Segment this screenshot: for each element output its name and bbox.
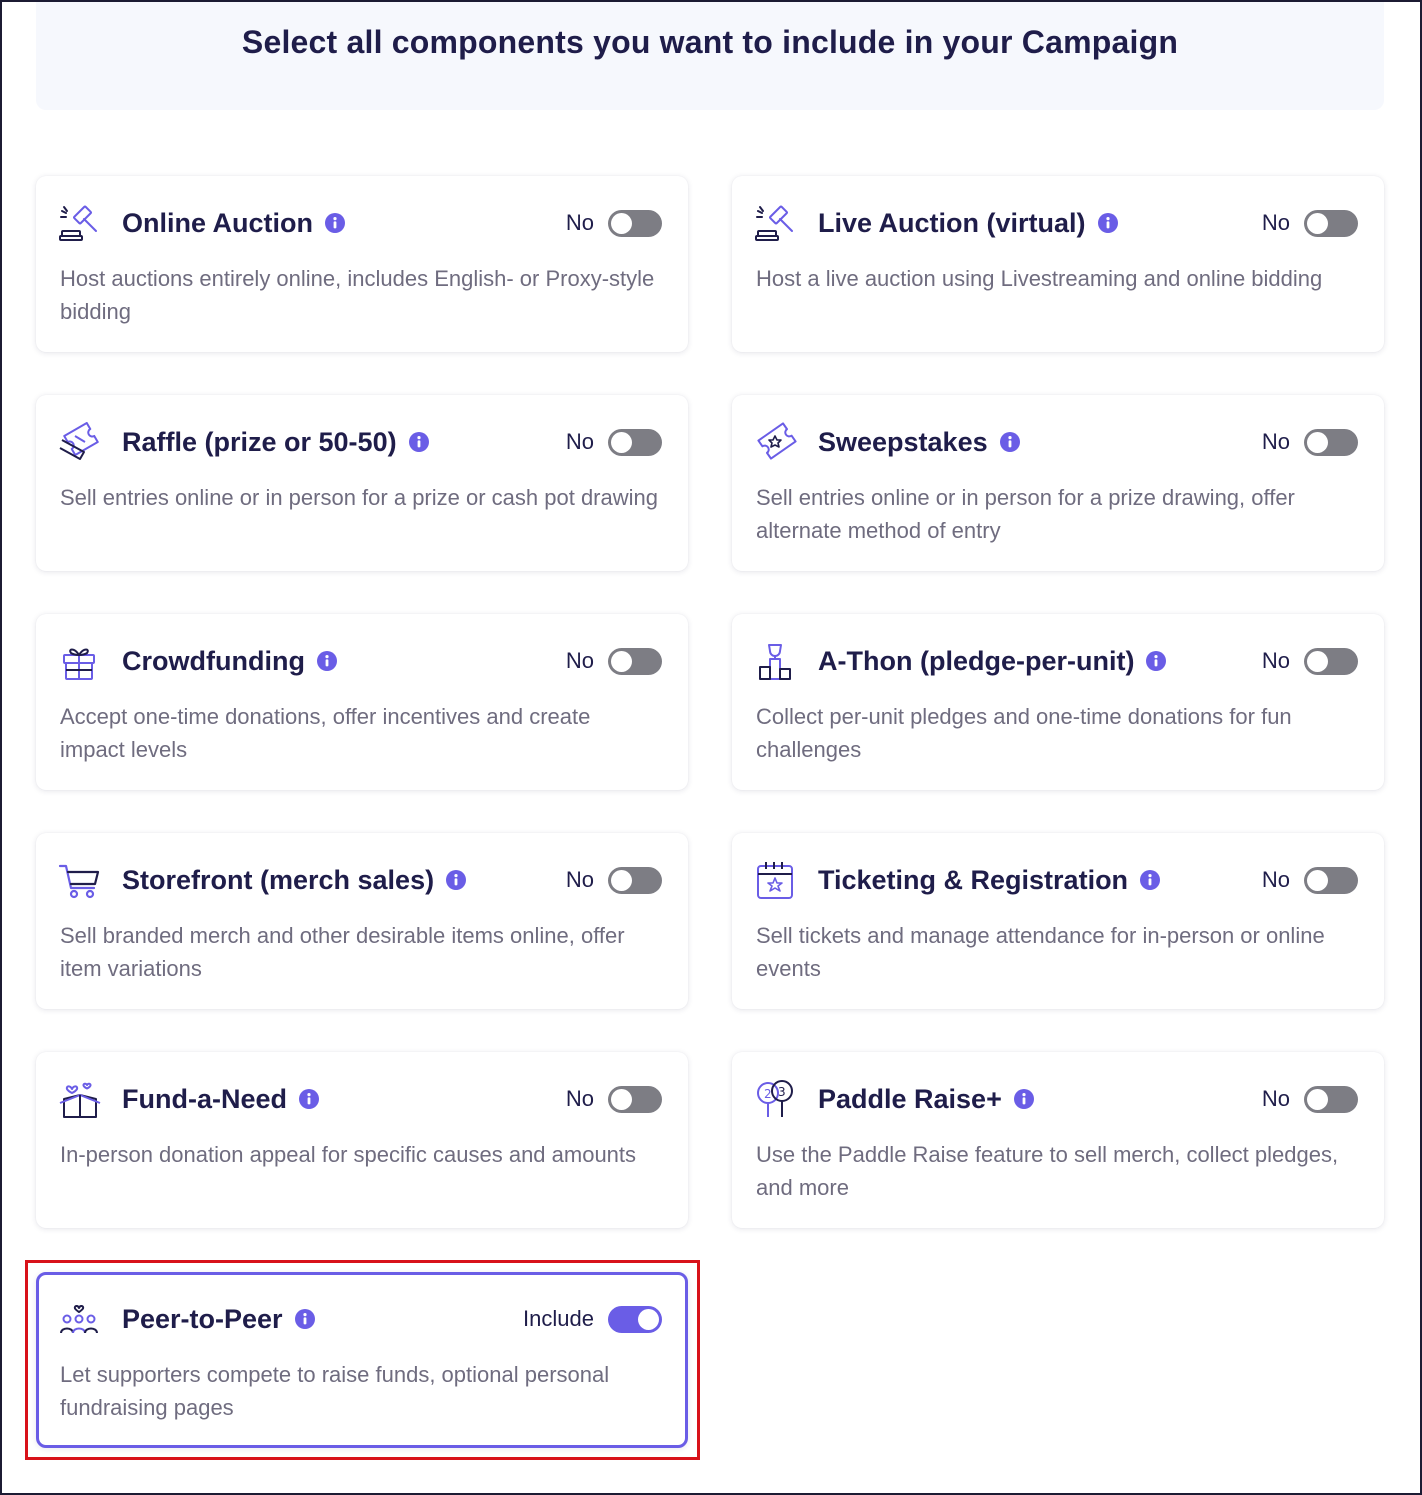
info-icon[interactable] (316, 651, 337, 671)
component-card-ticketing: Ticketing & Registration No Sell tickets… (732, 833, 1384, 1009)
gavel-icon (58, 202, 104, 244)
gavel-icon (754, 202, 800, 244)
include-toggle[interactable] (1304, 866, 1358, 894)
component-description: Sell branded merch and other desirable i… (60, 923, 625, 981)
info-icon[interactable] (299, 1089, 319, 1109)
include-toggle[interactable] (608, 209, 662, 237)
info-icon[interactable] (325, 213, 345, 233)
component-card-crowdfunding: Crowdfunding No Accept one-time donation… (36, 614, 688, 790)
toggle-status-label: No (565, 210, 594, 235)
gift-box-icon (58, 640, 104, 682)
component-card-live-auction: Live Auction (virtual) No Host a live au… (732, 176, 1384, 352)
component-description: Use the Paddle Raise feature to sell mer… (756, 1142, 1339, 1200)
toggle-status-label: No (565, 429, 594, 454)
toggle-status-label: No (1261, 648, 1290, 673)
component-title: Crowdfunding (122, 645, 305, 676)
toggle-status-label: No (565, 867, 594, 892)
include-toggle[interactable] (1304, 1085, 1358, 1113)
component-title: Fund-a-Need (122, 1083, 287, 1114)
bid-paddles-icon (754, 1078, 800, 1120)
info-icon[interactable] (1140, 870, 1161, 890)
component-card-raffle: Raffle (prize or 50-50) No Sell entries … (36, 395, 688, 571)
podium-trophy-icon (754, 640, 800, 682)
toggle-status-label: No (1261, 1086, 1290, 1111)
component-description: Host a live auction using Livestreaming … (756, 266, 1323, 291)
component-title: Ticketing & Registration (818, 864, 1129, 895)
component-title: Storefront (merch sales) (122, 864, 435, 895)
include-toggle[interactable] (608, 866, 662, 894)
calendar-star-icon (754, 859, 800, 901)
toggle-status-label: No (1261, 210, 1290, 235)
component-description: Sell tickets and manage attendance for i… (756, 923, 1325, 981)
info-icon[interactable] (294, 1309, 315, 1329)
include-toggle[interactable] (1304, 209, 1358, 237)
toggle-status-label: Include (523, 1306, 594, 1331)
component-card-fund-a-need: Fund-a-Need No In-person donation appeal… (36, 1052, 688, 1228)
raffle-ticket-icon (58, 421, 104, 463)
component-description: In-person donation appeal for specific c… (60, 1142, 637, 1167)
include-toggle[interactable] (608, 428, 662, 456)
component-title: Online Auction (122, 207, 313, 238)
component-title: Sweepstakes (818, 426, 988, 457)
people-group-icon (58, 1298, 104, 1340)
include-toggle[interactable] (608, 1305, 662, 1333)
sweepstakes-ticket-icon (754, 421, 800, 463)
component-card-online-auction: Online Auction No Host auctions entirely… (36, 176, 688, 352)
component-title: Paddle Raise+ (818, 1083, 1002, 1114)
info-icon[interactable] (1013, 1089, 1034, 1109)
component-description: Let supporters compete to raise funds, o… (60, 1362, 610, 1420)
component-description: Sell entries online or in person for a p… (60, 485, 658, 510)
component-title: Raffle (prize or 50-50) (122, 426, 397, 457)
toggle-status-label: No (565, 648, 594, 673)
include-toggle[interactable] (1304, 647, 1358, 675)
include-toggle[interactable] (608, 1085, 662, 1113)
info-icon[interactable] (408, 432, 429, 452)
component-card-paddle-raise: Paddle Raise+ No Use the Paddle Raise fe… (732, 1052, 1384, 1228)
component-card-sweepstakes: Sweepstakes No Sell entries online or in… (732, 395, 1384, 571)
page-title: Select all components you want to includ… (241, 24, 1179, 60)
info-icon[interactable] (1146, 651, 1167, 671)
component-title: A-Thon (pledge-per-unit) (818, 645, 1135, 676)
component-card-storefront: Storefront (merch sales) No Sell branded… (36, 833, 688, 1009)
info-icon[interactable] (446, 870, 467, 890)
component-title: Peer-to-Peer (122, 1303, 283, 1334)
info-icon[interactable] (999, 432, 1020, 452)
component-card-a-thon: A-Thon (pledge-per-unit) No Collect per-… (732, 614, 1384, 790)
page-header: Select all components you want to includ… (36, 2, 1384, 110)
toggle-status-label: No (1261, 867, 1290, 892)
toggle-status-label: No (565, 1086, 594, 1111)
include-toggle[interactable] (1304, 428, 1358, 456)
component-description: Sell entries online or in person for a p… (756, 485, 1295, 543)
component-title: Live Auction (virtual) (818, 207, 1086, 238)
component-card-peer-to-peer: Peer-to-Peer Include Let supporters comp… (36, 1272, 688, 1448)
open-box-hearts-icon (58, 1078, 104, 1120)
component-description: Accept one-time donations, offer incenti… (60, 704, 591, 762)
include-toggle[interactable] (608, 647, 662, 675)
info-icon[interactable] (1097, 213, 1118, 233)
component-description: Host auctions entirely online, includes … (60, 266, 655, 324)
component-description: Collect per-unit pledges and one-time do… (756, 704, 1292, 762)
toggle-status-label: No (1261, 429, 1290, 454)
shopping-cart-icon (58, 859, 104, 901)
